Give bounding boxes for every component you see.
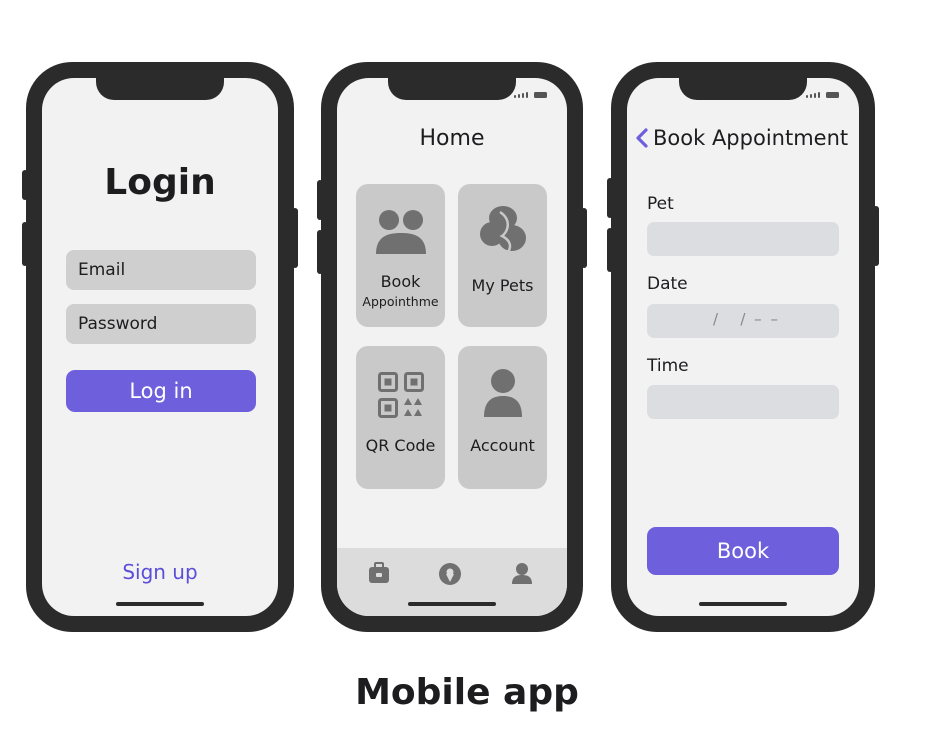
signal-icon	[805, 92, 820, 98]
home-indicator	[699, 602, 787, 606]
phone-side-button	[317, 180, 323, 220]
phone-home: Home Book Appointhme My Pets QR Code Acc…	[317, 62, 587, 632]
login-button[interactable]: Log in	[66, 370, 256, 412]
date-placeholder: / / – –	[713, 310, 780, 328]
tile-label: Book	[380, 272, 421, 291]
signup-link[interactable]: Sign up	[42, 560, 278, 584]
page-title: Home	[419, 126, 485, 151]
home-screen: Home Book Appointhme My Pets QR Code Acc…	[337, 78, 567, 616]
status-bar	[513, 92, 547, 98]
chevron-left-icon[interactable]	[635, 128, 649, 148]
phone-side-button	[581, 208, 587, 268]
notch	[679, 78, 807, 100]
time-label: Time	[647, 356, 689, 376]
phone-side-button	[607, 228, 613, 272]
phone-side-button	[22, 170, 28, 200]
time-field[interactable]	[647, 385, 839, 419]
date-field[interactable]: / / – –	[647, 304, 839, 338]
phone-login: Login Email Password Log in Sign up	[22, 62, 298, 632]
pet-label: Pet	[647, 194, 674, 214]
login-screen: Login Email Password Log in Sign up	[42, 78, 278, 616]
page-title: Book Appointment	[653, 126, 849, 150]
phone-booking: Book Appointment Pet Date / / – – Time B…	[607, 62, 879, 632]
caption: Mobile app	[355, 672, 579, 713]
battery-icon	[826, 92, 839, 98]
tile-label: Account	[470, 436, 535, 455]
profile-icon[interactable]	[511, 562, 533, 584]
briefcase-icon[interactable]	[368, 562, 390, 584]
people-icon	[375, 210, 426, 254]
notch	[96, 78, 224, 100]
booking-screen: Book Appointment Pet Date / / – – Time B…	[627, 78, 859, 616]
tile-label: QR Code	[365, 436, 436, 455]
tile-account[interactable]: Account	[458, 346, 547, 489]
book-button[interactable]: Book	[647, 527, 839, 575]
date-label: Date	[647, 274, 688, 294]
password-field[interactable]: Password	[66, 304, 256, 344]
notch	[388, 78, 516, 100]
home-indicator	[408, 602, 496, 606]
home-indicator	[116, 602, 204, 606]
email-field[interactable]: Email	[66, 250, 256, 290]
pet-field[interactable]	[647, 222, 839, 256]
page-title: Login	[104, 162, 216, 203]
location-pin-icon[interactable]	[438, 562, 462, 586]
account-icon	[483, 369, 522, 417]
phone-side-button	[873, 206, 879, 266]
signal-icon	[513, 92, 528, 98]
phone-side-button	[22, 222, 28, 266]
phone-side-button	[292, 208, 298, 268]
tile-book-appointment[interactable]: Book Appointhme	[356, 184, 445, 327]
nav-bar: Book Appointment	[635, 126, 848, 150]
phone-side-button	[607, 178, 613, 218]
battery-icon	[534, 92, 547, 98]
tile-qr-code[interactable]: QR Code	[356, 346, 445, 489]
tile-my-pets[interactable]: My Pets	[458, 184, 547, 327]
status-bar	[805, 92, 839, 98]
qr-code-icon	[377, 372, 424, 418]
tile-label: My Pets	[471, 276, 534, 295]
pet-icon	[479, 206, 526, 253]
phone-side-button	[317, 230, 323, 274]
tile-sublabel: Appointhme	[362, 294, 439, 309]
